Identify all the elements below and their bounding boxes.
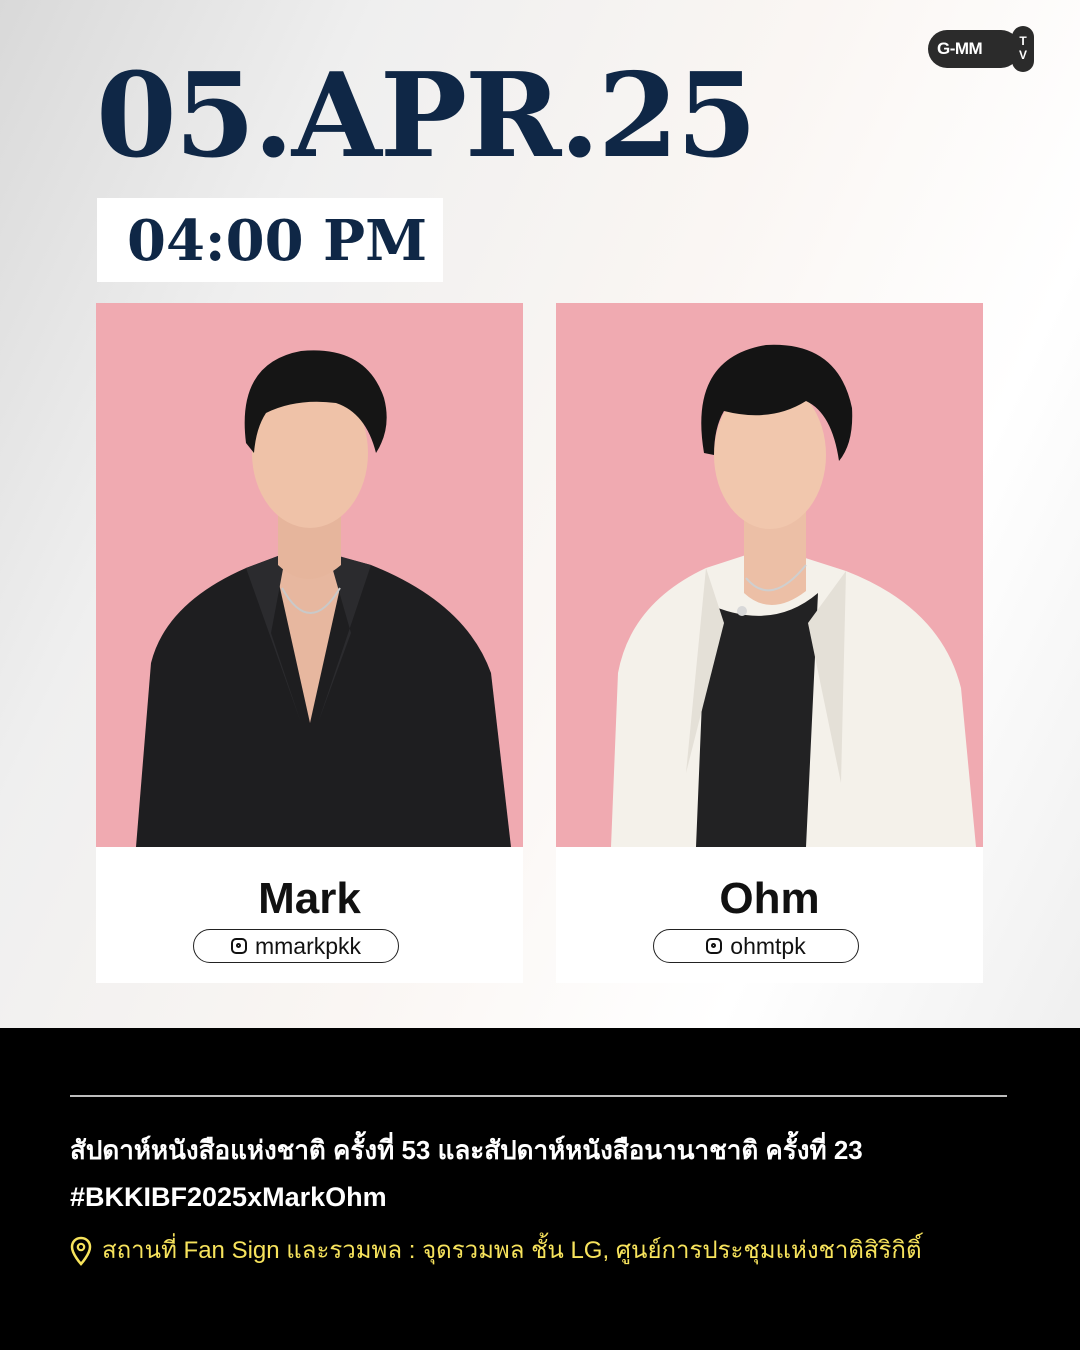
gmmtv-logo-wordmark: G-MM xyxy=(928,30,1020,68)
artist-photo-ohm xyxy=(556,303,983,847)
gmmtv-logo: G-MM TV xyxy=(928,22,1036,74)
event-title: สัปดาห์หนังสือแห่งชาติ ครั้งที่ 53 และสั… xyxy=(70,1135,863,1165)
instagram-handle-mark[interactable]: mmarkpkk xyxy=(193,929,399,963)
instagram-handle-text: mmarkpkk xyxy=(254,933,362,959)
location-pin-icon xyxy=(70,1236,92,1266)
event-hashtag: #BKKIBF2025xMarkOhm xyxy=(70,1182,387,1212)
footer-divider xyxy=(70,1095,1007,1097)
artist-card-mark: Mark mmarkpkk xyxy=(96,303,523,983)
event-time: 04:00 PM xyxy=(127,208,428,274)
instagram-icon xyxy=(706,938,723,954)
event-date: 05.APR.25 xyxy=(96,48,757,184)
venue-row: สถานที่ Fan Sign และรวมพล : จุดรวมพล ชั้… xyxy=(70,1233,922,1269)
instagram-handle-text: ohmtpk xyxy=(730,933,806,959)
gmmtv-logo-tv: TV xyxy=(1012,26,1034,72)
instagram-handle-ohm[interactable]: ohmtpk xyxy=(653,929,859,963)
artist-name-ohm: Ohm xyxy=(719,874,820,923)
venue-text: สถานที่ Fan Sign และรวมพล : จุดรวมพล ชั้… xyxy=(102,1237,922,1264)
artist-card-ohm: Ohm ohmtpk xyxy=(556,303,983,983)
instagram-icon xyxy=(230,938,247,954)
event-time-box: 04:00 PM xyxy=(97,198,443,282)
artist-photo-mark xyxy=(96,303,523,847)
footer-panel: สัปดาห์หนังสือแห่งชาติ ครั้งที่ 53 และสั… xyxy=(0,1028,1080,1350)
artist-name-mark: Mark xyxy=(258,874,361,923)
